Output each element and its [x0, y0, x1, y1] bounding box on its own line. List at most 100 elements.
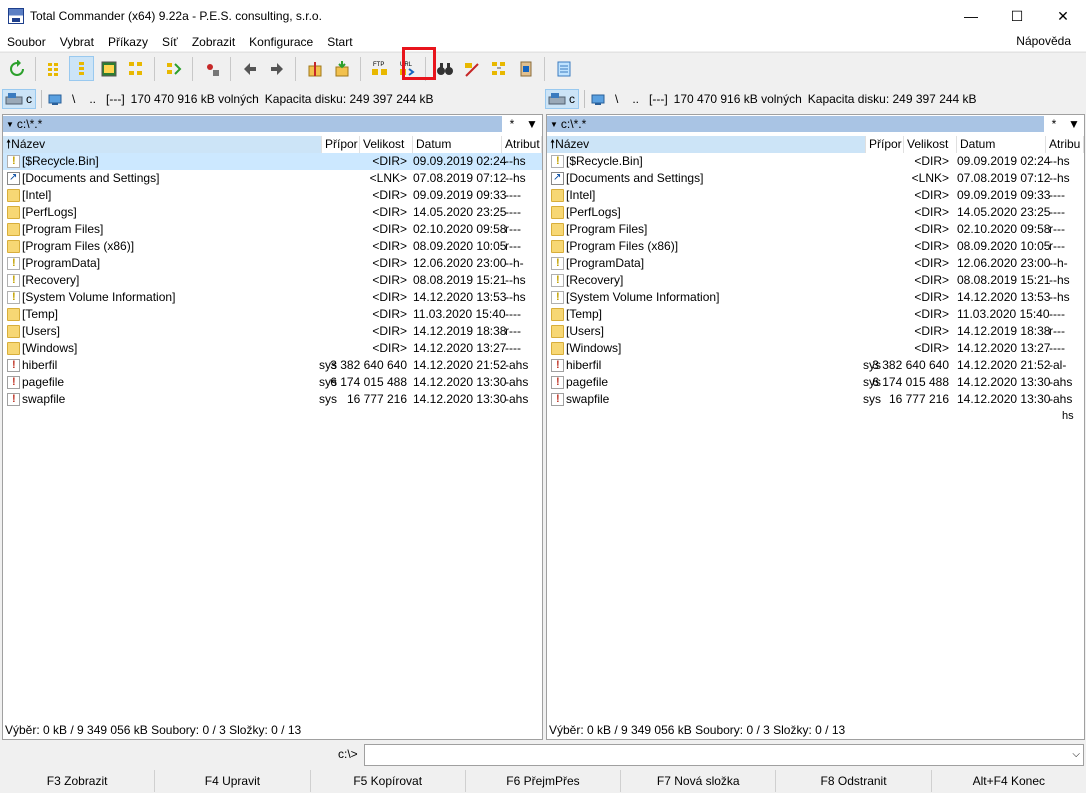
file-row[interactable]: [ProgramData] <DIR> 12.06.2020 23:00--h- — [3, 255, 542, 272]
file-row[interactable]: swapfile sys 16 777 216 14.12.2020 13:30-ah… — [547, 391, 1084, 408]
file-row[interactable]: [Program Files] <DIR> 02.10.2020 09:58 r--- — [547, 221, 1084, 238]
right-file-panel[interactable]: ▼ c:\*.* * ▼ 🠕Název Přípor Velikost Datu… — [546, 114, 1085, 740]
right-stray-fragment: hs — [1062, 410, 1074, 422]
file-row[interactable]: [System Volume Information] <DIR> 14.12.20… — [547, 289, 1084, 306]
file-row[interactable]: [Recovery] <DIR> 08.08.2019 15:21--hs — [3, 272, 542, 289]
left-header-name[interactable]: 🠕Název — [3, 136, 322, 153]
menu-sit[interactable]: Síť — [155, 35, 185, 49]
file-row[interactable]: pagefilesys6 174 015 48814.12.2020 13:30… — [3, 374, 542, 391]
notepad-button[interactable] — [551, 56, 576, 81]
archive-pack-button[interactable] — [302, 56, 327, 81]
left-path-star[interactable]: * — [502, 117, 522, 131]
sync-dirs-button[interactable] — [486, 56, 511, 81]
file-row[interactable]: [Intel] <DIR> 09.09.2019 09:33 ---- — [3, 187, 542, 204]
left-file-panel[interactable]: ▼ c:\*.* * ▼ 🠕Název Přípor Velikost Datu… — [2, 114, 543, 740]
menu-vybrat[interactable]: Vybrat — [53, 35, 101, 49]
menu-napoveda[interactable]: Nápověda — [1009, 34, 1078, 48]
menu-zobrazit[interactable]: Zobrazit — [185, 35, 242, 49]
network-drive-icon[interactable] — [590, 92, 608, 106]
file-date: 07.08.2019 07:12 — [413, 171, 507, 185]
menu-start[interactable]: Start — [320, 35, 359, 49]
minimize-button[interactable]: — — [948, 0, 994, 32]
file-row[interactable]: [Temp] <DIR> 11.03.2020 15:40 ---- — [3, 306, 542, 323]
file-name: swapfile — [22, 392, 66, 406]
menu-soubor[interactable]: Soubor — [0, 35, 53, 49]
file-row[interactable]: hiberfilsys3 382 640 64014.12.2020 21:52… — [3, 357, 542, 374]
forward-button[interactable] — [264, 56, 289, 81]
right-header-size[interactable]: Velikost — [904, 136, 957, 153]
right-header-date[interactable]: Datum — [957, 136, 1046, 153]
f4-edit-button[interactable]: F4 Upravit — [155, 770, 311, 792]
left-header-date[interactable]: Datum — [413, 136, 502, 153]
file-row[interactable]: hiberfilsys3 382 640 64014.12.2020 21:52… — [547, 357, 1084, 374]
drive-icon — [5, 92, 23, 104]
file-row[interactable]: [Users] <DIR> 14.12.2019 18:38 r--- — [3, 323, 542, 340]
left-path-field[interactable]: ▼ c:\*.* — [3, 116, 502, 132]
file-row[interactable]: [Documents and Settings] <LNK> 07.08.2019 … — [547, 169, 1084, 187]
left-header-attr[interactable]: Atribut — [502, 136, 542, 153]
file-row[interactable]: [Windows] <DIR> 14.12.2020 13:27 ---- — [3, 340, 542, 357]
refresh-button[interactable] — [4, 56, 29, 81]
right-header-name[interactable]: 🠕Název — [547, 136, 866, 153]
right-drive-button[interactable]: c — [545, 88, 579, 109]
file-row[interactable]: [PerfLogs] <DIR> 14.05.2020 23:25 ---- — [3, 204, 542, 221]
f7-new-folder-button[interactable]: F7 Nová složka — [621, 770, 777, 792]
left-path-history-icon[interactable]: ▼ — [522, 117, 542, 131]
alt-f4-exit-button[interactable]: Alt+F4 Konec — [932, 770, 1086, 792]
file-row[interactable]: [System Volume Information] <DIR> 14.12.20… — [3, 289, 542, 306]
right-header-ext[interactable]: Přípor — [866, 136, 904, 153]
file-name: [Windows] — [566, 341, 622, 355]
f5-copy-button[interactable]: F5 Kopírovat — [311, 770, 466, 792]
tree-view-button[interactable] — [123, 56, 148, 81]
left-header-size[interactable]: Velikost — [360, 136, 413, 153]
multi-rename-button[interactable] — [459, 56, 484, 81]
right-nav-root[interactable]: \ — [615, 92, 618, 106]
left-drive-button[interactable]: c — [2, 88, 36, 109]
right-nav-up[interactable]: .. — [632, 92, 639, 106]
left-nav-root[interactable]: \ — [72, 92, 75, 106]
menu-konfigurace[interactable]: Konfigurace — [242, 35, 320, 49]
file-row[interactable]: [PerfLogs] <DIR> 14.05.2020 23:25 ---- — [547, 204, 1084, 221]
brief-view-button[interactable] — [42, 56, 67, 81]
pack-files-button[interactable] — [199, 56, 224, 81]
copy-names-button[interactable] — [513, 56, 538, 81]
system-file-icon — [551, 374, 564, 391]
file-row[interactable]: [$Recycle.Bin] <DIR> 09.09.2019 02:24--hs — [547, 153, 1084, 170]
file-row[interactable]: [$Recycle.Bin] <DIR> 09.09.2019 02:24--hs — [3, 153, 542, 170]
f3-view-button[interactable]: F3 Zobrazit — [0, 770, 156, 792]
left-header-ext[interactable]: Přípor — [322, 136, 360, 153]
file-row[interactable]: [Program Files] <DIR> 02.10.2020 09:58 r--- — [3, 221, 542, 238]
network-drive-icon[interactable] — [47, 92, 65, 106]
file-row[interactable]: [Recovery] <DIR> 08.08.2019 15:21--hs — [547, 272, 1084, 289]
file-row[interactable]: [Program Files (x86)] <DIR> 08.09.2020 10:… — [547, 238, 1084, 255]
file-row[interactable]: [Windows] <DIR> 14.12.2020 13:27 ---- — [547, 340, 1084, 357]
command-input[interactable] — [364, 744, 1084, 766]
right-path-star[interactable]: * — [1044, 117, 1064, 131]
invert-selection-button[interactable] — [161, 56, 186, 81]
back-button[interactable] — [237, 56, 262, 81]
file-row[interactable]: [Intel] <DIR> 09.09.2019 09:33 ---- — [547, 187, 1084, 204]
f6-move-button[interactable]: F6 PřejmPřes — [466, 770, 622, 792]
file-row[interactable]: [Program Files (x86)] <DIR> 08.09.2020 10:… — [3, 238, 542, 255]
left-nav-up[interactable]: .. — [89, 92, 96, 106]
detailed-view-button[interactable] — [69, 56, 94, 81]
maximize-button[interactable]: ☐ — [994, 0, 1040, 32]
right-path-history-icon[interactable]: ▼ — [1064, 117, 1084, 131]
file-date: 14.05.2020 23:25 — [957, 205, 1051, 219]
command-history-dropdown-icon[interactable]: ⌵ — [1072, 749, 1080, 760]
archive-unpack-button[interactable] — [329, 56, 354, 81]
menu-prikazy[interactable]: Příkazy — [101, 35, 155, 49]
thumbnail-view-button[interactable] — [96, 56, 121, 81]
file-row[interactable]: [Users] <DIR> 14.12.2019 18:38 r--- — [547, 323, 1084, 340]
file-row[interactable]: [Temp] <DIR> 11.03.2020 15:40 ---- — [547, 306, 1084, 323]
file-row[interactable]: pagefilesys6 174 015 48814.12.2020 13:30… — [547, 374, 1084, 391]
ftp-connect-button[interactable]: FTP — [367, 56, 392, 81]
file-row[interactable]: [Documents and Settings] <LNK> 07.08.2019 … — [3, 169, 542, 187]
close-button[interactable]: ✕ — [1040, 0, 1086, 32]
right-path-field[interactable]: ▼ c:\*.* — [547, 116, 1044, 132]
right-header-attr[interactable]: Atribu — [1046, 136, 1084, 153]
file-row[interactable]: swapfile sys 16 777 216 14.12.2020 13:30-ah… — [3, 391, 542, 408]
file-row[interactable]: [ProgramData] <DIR> 12.06.2020 23:00--h- — [547, 255, 1084, 272]
f8-delete-button[interactable]: F8 Odstranit — [776, 770, 932, 792]
search-binoculars-icon — [436, 62, 453, 75]
